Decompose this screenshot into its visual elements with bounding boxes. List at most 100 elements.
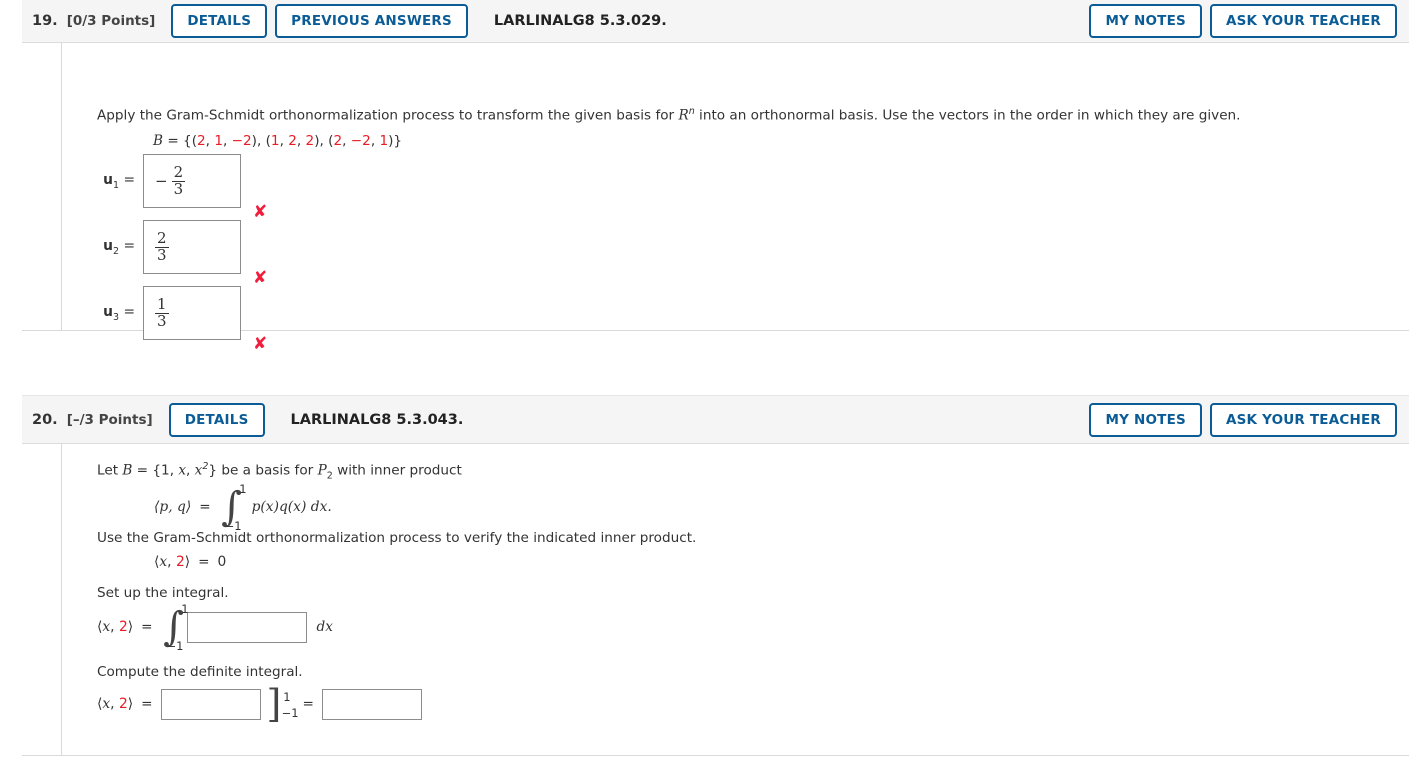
- problem-19-points: [0/3 Points]: [66, 13, 156, 29]
- compute-expression: ⟨x, 2⟩: [97, 696, 133, 712]
- inner-product-def-equals: =: [199, 499, 211, 515]
- integral-upper-limit-def: 1: [239, 482, 247, 496]
- line1-equals: = {1,: [132, 462, 179, 479]
- problem-20-code: LARLINALG8 5.3.043.: [290, 411, 464, 428]
- problem-19-statement: Apply the Gram-Schmidt orthonormalizatio…: [97, 105, 1277, 126]
- integrand-def: p(x)q(x) dx.: [251, 499, 332, 515]
- basis-v3-c3: 1: [379, 133, 389, 149]
- setup-close-bracket: ⟩: [127, 619, 134, 635]
- incorrect-icon-u2: ✘: [253, 268, 268, 288]
- compute-integral-label: Compute the definite integral.: [97, 664, 303, 680]
- statement-part-1: Apply the Gram-Schmidt orthonormalizatio…: [97, 107, 679, 124]
- my-notes-button-19[interactable]: MY NOTES: [1089, 4, 1202, 38]
- details-button-20[interactable]: DETAILS: [168, 402, 265, 437]
- problem-19-left-rail: [61, 43, 62, 330]
- answer-denominator-u1: 3: [171, 179, 186, 198]
- basis-v2-c2: 2: [288, 133, 297, 149]
- line1-P: P: [317, 462, 327, 479]
- ask-your-teacher-button-20[interactable]: ASK YOUR TEACHER: [1209, 402, 1397, 437]
- verify-close-bracket: ⟩: [184, 554, 191, 570]
- problem-20-header: 20. [–/3 Points] DETAILS LARLINALG8 5.3.…: [22, 395, 1409, 444]
- problem-19-number: 19.: [32, 13, 58, 29]
- integral-lower-limit-setup: −1: [166, 639, 184, 653]
- setup-equals: =: [141, 619, 153, 635]
- my-notes-button-20[interactable]: MY NOTES: [1089, 402, 1202, 437]
- compute-equals: =: [141, 696, 153, 712]
- answer-label-u1: u1 =: [101, 172, 135, 191]
- details-button-19[interactable]: DETAILS: [171, 4, 268, 38]
- inner-product-def-left: ⟨p, q⟩: [154, 499, 192, 515]
- answer-label-u2-letter: u: [103, 237, 113, 254]
- basis-v2-c1: 1: [270, 133, 280, 149]
- evaluation-bracket-icon: ] 1 −1: [267, 684, 299, 724]
- answer-numerator-u1: 2: [173, 163, 184, 182]
- setup-integral-row: ⟨x, 2⟩ = ∫ 1 −1 dx: [97, 602, 333, 653]
- problem-19-right-buttons: MY NOTES ASK YOUR TEACHER: [1089, 4, 1397, 38]
- problem-20: 20. [–/3 Points] DETAILS LARLINALG8 5.3.…: [22, 395, 1409, 756]
- verify-comma: ,: [167, 554, 176, 570]
- line1-basis-letter: B: [122, 462, 133, 479]
- answer-row-u1: u1 = − 2 3 ✘: [101, 154, 267, 222]
- answer-input-u1[interactable]: − 2 3: [143, 154, 241, 208]
- compute-integral-row: ⟨x, 2⟩ = ] 1 −1 =: [97, 684, 422, 724]
- answer-label-u1-letter: u: [103, 171, 113, 188]
- answer-equals-u1: =: [123, 171, 135, 188]
- inner-product-definition: ⟨p, q⟩ = ∫ 1 −1 p(x)q(x) dx.: [154, 482, 332, 533]
- problem-20-line-2: Use the Gram-Schmidt orthonormalization …: [97, 530, 697, 546]
- problem-19: 19. [0/3 Points] DETAILS PREVIOUS ANSWER…: [22, 0, 1409, 354]
- ask-your-teacher-button-19[interactable]: ASK YOUR TEACHER: [1209, 4, 1397, 38]
- problem-20-right-buttons: MY NOTES ASK YOUR TEACHER: [1089, 402, 1397, 437]
- answer-fraction-u2: 2 3: [155, 229, 169, 264]
- answer-denominator-u2: 3: [155, 245, 169, 264]
- line1-pre: Let: [97, 462, 123, 479]
- answer-row-u2: u2 = 2 3 ✘: [101, 220, 267, 288]
- line1-post: } be a basis for: [208, 462, 318, 479]
- answer-equals-u3: =: [123, 303, 135, 320]
- line1-x: x: [178, 462, 187, 479]
- compute-value: 2: [118, 696, 128, 712]
- verify-value: 2: [175, 554, 185, 570]
- answer-input-u3[interactable]: 1 3: [143, 286, 241, 340]
- answer-numerator-u3: 1: [157, 295, 167, 314]
- verify-expression: ⟨x, 2⟩: [154, 554, 190, 570]
- setup-expression: ⟨x, 2⟩: [97, 619, 133, 635]
- answer-numerator-u2: 2: [157, 229, 167, 248]
- basis-line: B = {(2, 1, −2), (1, 2, 2), (2, −2, 1)}: [153, 133, 403, 149]
- setup-dx: dx: [316, 619, 333, 635]
- answer-row-u3: u3 = 1 3 ✘: [101, 286, 267, 354]
- integrand-input[interactable]: [186, 611, 307, 643]
- statement-part-2: into an orthonormal basis. Use the vecto…: [694, 107, 1241, 124]
- problem-19-code: LARLINALG8 5.3.029.: [493, 13, 667, 29]
- antiderivative-input[interactable]: [160, 688, 261, 720]
- basis-label: B: [153, 133, 163, 149]
- basis-v1-c3: −2: [231, 133, 252, 149]
- page-root: 19. [0/3 Points] DETAILS PREVIOUS ANSWER…: [0, 0, 1426, 764]
- answer-sign-u1: −: [155, 172, 168, 190]
- setup-x: x: [102, 619, 111, 635]
- answer-denominator-u3: 3: [155, 311, 169, 330]
- answer-input-u2[interactable]: 2 3: [143, 220, 241, 274]
- answer-label-u2: u2 =: [101, 238, 135, 257]
- incorrect-icon-u3: ✘: [253, 334, 268, 354]
- integral-sign-icon-def: ∫ 1 −1: [219, 482, 247, 533]
- answer-fraction-u1: 2 3: [171, 163, 186, 198]
- answer-equals-u2: =: [123, 237, 135, 254]
- previous-answers-button-19[interactable]: PREVIOUS ANSWERS: [275, 4, 468, 38]
- answer-label-u2-index: 2: [113, 245, 120, 257]
- result-input[interactable]: [321, 688, 422, 720]
- basis-v3-c1: 2: [333, 133, 343, 149]
- integral-upper-limit-setup: 1: [181, 602, 189, 616]
- basis-v2-c3: 2: [305, 133, 315, 149]
- answer-label-u3-index: 3: [113, 311, 120, 323]
- problem-19-body: Apply the Gram-Schmidt orthonormalizatio…: [22, 43, 1409, 354]
- integral-sign-icon-setup: ∫ 1 −1: [161, 602, 189, 653]
- compute-x: x: [102, 696, 111, 712]
- line1-comma: ,: [186, 462, 195, 479]
- problem-20-number: 20.: [32, 411, 58, 428]
- bracket-lower-limit: −1: [281, 706, 299, 720]
- setup-value: 2: [118, 619, 128, 635]
- incorrect-icon-u1: ✘: [253, 202, 268, 222]
- compute-comma: ,: [110, 696, 119, 712]
- problem-20-body: Let B = {1, x, x2} be a basis for P2 wit…: [22, 444, 1409, 756]
- basis-v1-c2: 1: [214, 133, 223, 149]
